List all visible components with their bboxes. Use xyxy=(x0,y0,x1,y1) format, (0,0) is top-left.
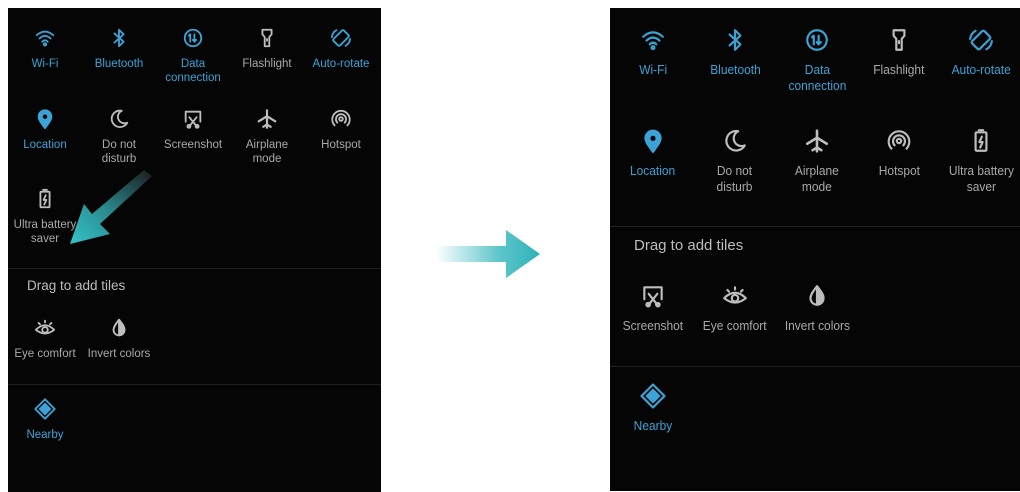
tile-label: Airplane mode xyxy=(795,163,839,195)
tile-label: Invert colors xyxy=(784,318,850,333)
battery-icon xyxy=(31,185,59,213)
location-icon xyxy=(31,105,59,133)
flashlight-icon xyxy=(253,24,281,52)
tile-label: Location xyxy=(630,163,676,178)
hotspot-icon xyxy=(327,105,355,133)
tile-location[interactable]: Location xyxy=(8,105,82,152)
tile-label: Wi-Fi xyxy=(31,58,59,70)
tile-location[interactable]: Location xyxy=(612,125,694,179)
auto-rotate-icon xyxy=(965,24,997,56)
tile-label: Screenshot xyxy=(622,318,684,333)
data-connection-icon xyxy=(801,24,833,56)
tile-hotspot[interactable]: Hotspot xyxy=(858,125,940,179)
tile-label: Eye comfort xyxy=(703,318,767,333)
wifi-icon xyxy=(637,24,669,56)
wifi-icon xyxy=(31,24,59,52)
tile-label: Bluetooth xyxy=(94,58,144,70)
tile-ultra-battery-saver[interactable]: Ultra battery saver xyxy=(940,125,1020,196)
tile-flashlight[interactable]: Flashlight xyxy=(230,24,304,71)
tile-screenshot[interactable]: Screenshot xyxy=(156,105,230,152)
tile-flashlight[interactable]: Flashlight xyxy=(858,24,940,78)
tile-label: Hotspot xyxy=(321,139,361,151)
tile-label: Nearby xyxy=(633,418,673,433)
tile-label: Hotspot xyxy=(878,163,920,178)
hotspot-icon xyxy=(883,125,915,157)
tile-nearby[interactable]: Nearby xyxy=(612,380,694,434)
tile-label: Nearby xyxy=(26,429,64,441)
airplane-icon xyxy=(253,105,281,133)
moon-icon xyxy=(105,105,133,133)
tile-label: Eye comfort xyxy=(14,348,76,360)
auto-rotate-icon xyxy=(327,24,355,52)
tile-airplane-mode[interactable]: Airplane mode xyxy=(230,105,304,167)
drag-to-add-tiles-heading: Drag to add tiles xyxy=(27,278,126,293)
tile-label: Wi-Fi xyxy=(639,62,667,77)
location-icon xyxy=(637,125,669,157)
tile-do-not-disturb[interactable]: Do not disturb xyxy=(694,125,776,196)
nearby-icon xyxy=(31,395,59,423)
tile-label: Auto-rotate xyxy=(312,58,370,70)
airplane-icon xyxy=(801,125,833,157)
tile-hotspot[interactable]: Hotspot xyxy=(304,105,378,152)
tile-label: Bluetooth xyxy=(709,62,761,77)
tile-airplane-mode[interactable]: Airplane mode xyxy=(776,125,858,196)
tile-label: Data connection xyxy=(788,62,846,94)
tile-label: Do not disturb xyxy=(101,139,137,166)
drag-indicator-arrow-icon xyxy=(70,170,152,244)
drag-to-add-tiles-heading: Drag to add tiles xyxy=(634,237,744,254)
moon-icon xyxy=(719,125,751,157)
tile-label: Data connection xyxy=(165,58,221,85)
tile-label: Flashlight xyxy=(873,62,925,77)
eye-icon xyxy=(719,280,751,312)
tile-label: Screenshot xyxy=(163,139,223,151)
tile-invert-colors[interactable]: Invert colors xyxy=(82,314,156,361)
section-divider xyxy=(8,268,381,269)
quick-settings-panel-after: Wi-Fi Bluetooth Data connection Flashlight A… xyxy=(610,8,1020,491)
nearby-icon xyxy=(637,380,669,412)
invert-colors-icon xyxy=(801,280,833,312)
tile-nearby[interactable]: Nearby xyxy=(8,395,82,442)
screenshot-icon xyxy=(179,105,207,133)
bluetooth-icon xyxy=(105,24,133,52)
tile-wi-fi[interactable]: Wi-Fi xyxy=(8,24,82,71)
section-divider xyxy=(610,226,1020,227)
screenshot-icon xyxy=(637,280,669,312)
flashlight-icon xyxy=(883,24,915,56)
tile-data-connection[interactable]: Data connection xyxy=(156,24,230,86)
section-divider xyxy=(610,366,1020,367)
tile-label: Invert colors xyxy=(87,348,151,360)
tile-label: Airplane mode xyxy=(245,139,289,166)
tile-screenshot[interactable]: Screenshot xyxy=(612,280,694,334)
tile-invert-colors[interactable]: Invert colors xyxy=(776,280,858,334)
tile-label: Location xyxy=(23,139,67,151)
tile-label: Flashlight xyxy=(242,58,292,70)
battery-icon xyxy=(965,125,997,157)
tile-label: Auto-rotate xyxy=(951,62,1011,77)
tile-bluetooth[interactable]: Bluetooth xyxy=(694,24,776,78)
tile-label: Do not disturb xyxy=(717,163,753,195)
tile-bluetooth[interactable]: Bluetooth xyxy=(82,24,156,71)
eye-icon xyxy=(31,314,59,342)
tile-do-not-disturb[interactable]: Do not disturb xyxy=(82,105,156,167)
section-divider xyxy=(8,384,381,385)
tile-eye-comfort[interactable]: Eye comfort xyxy=(8,314,82,361)
tile-auto-rotate[interactable]: Auto-rotate xyxy=(304,24,378,71)
tile-auto-rotate[interactable]: Auto-rotate xyxy=(940,24,1020,78)
data-connection-icon xyxy=(179,24,207,52)
tile-wi-fi[interactable]: Wi-Fi xyxy=(612,24,694,78)
tile-label: Ultra battery saver xyxy=(948,163,1014,195)
tile-eye-comfort[interactable]: Eye comfort xyxy=(694,280,776,334)
tile-data-connection[interactable]: Data connection xyxy=(776,24,858,95)
transition-arrow-icon xyxy=(436,230,540,278)
bluetooth-icon xyxy=(719,24,751,56)
invert-colors-icon xyxy=(105,314,133,342)
